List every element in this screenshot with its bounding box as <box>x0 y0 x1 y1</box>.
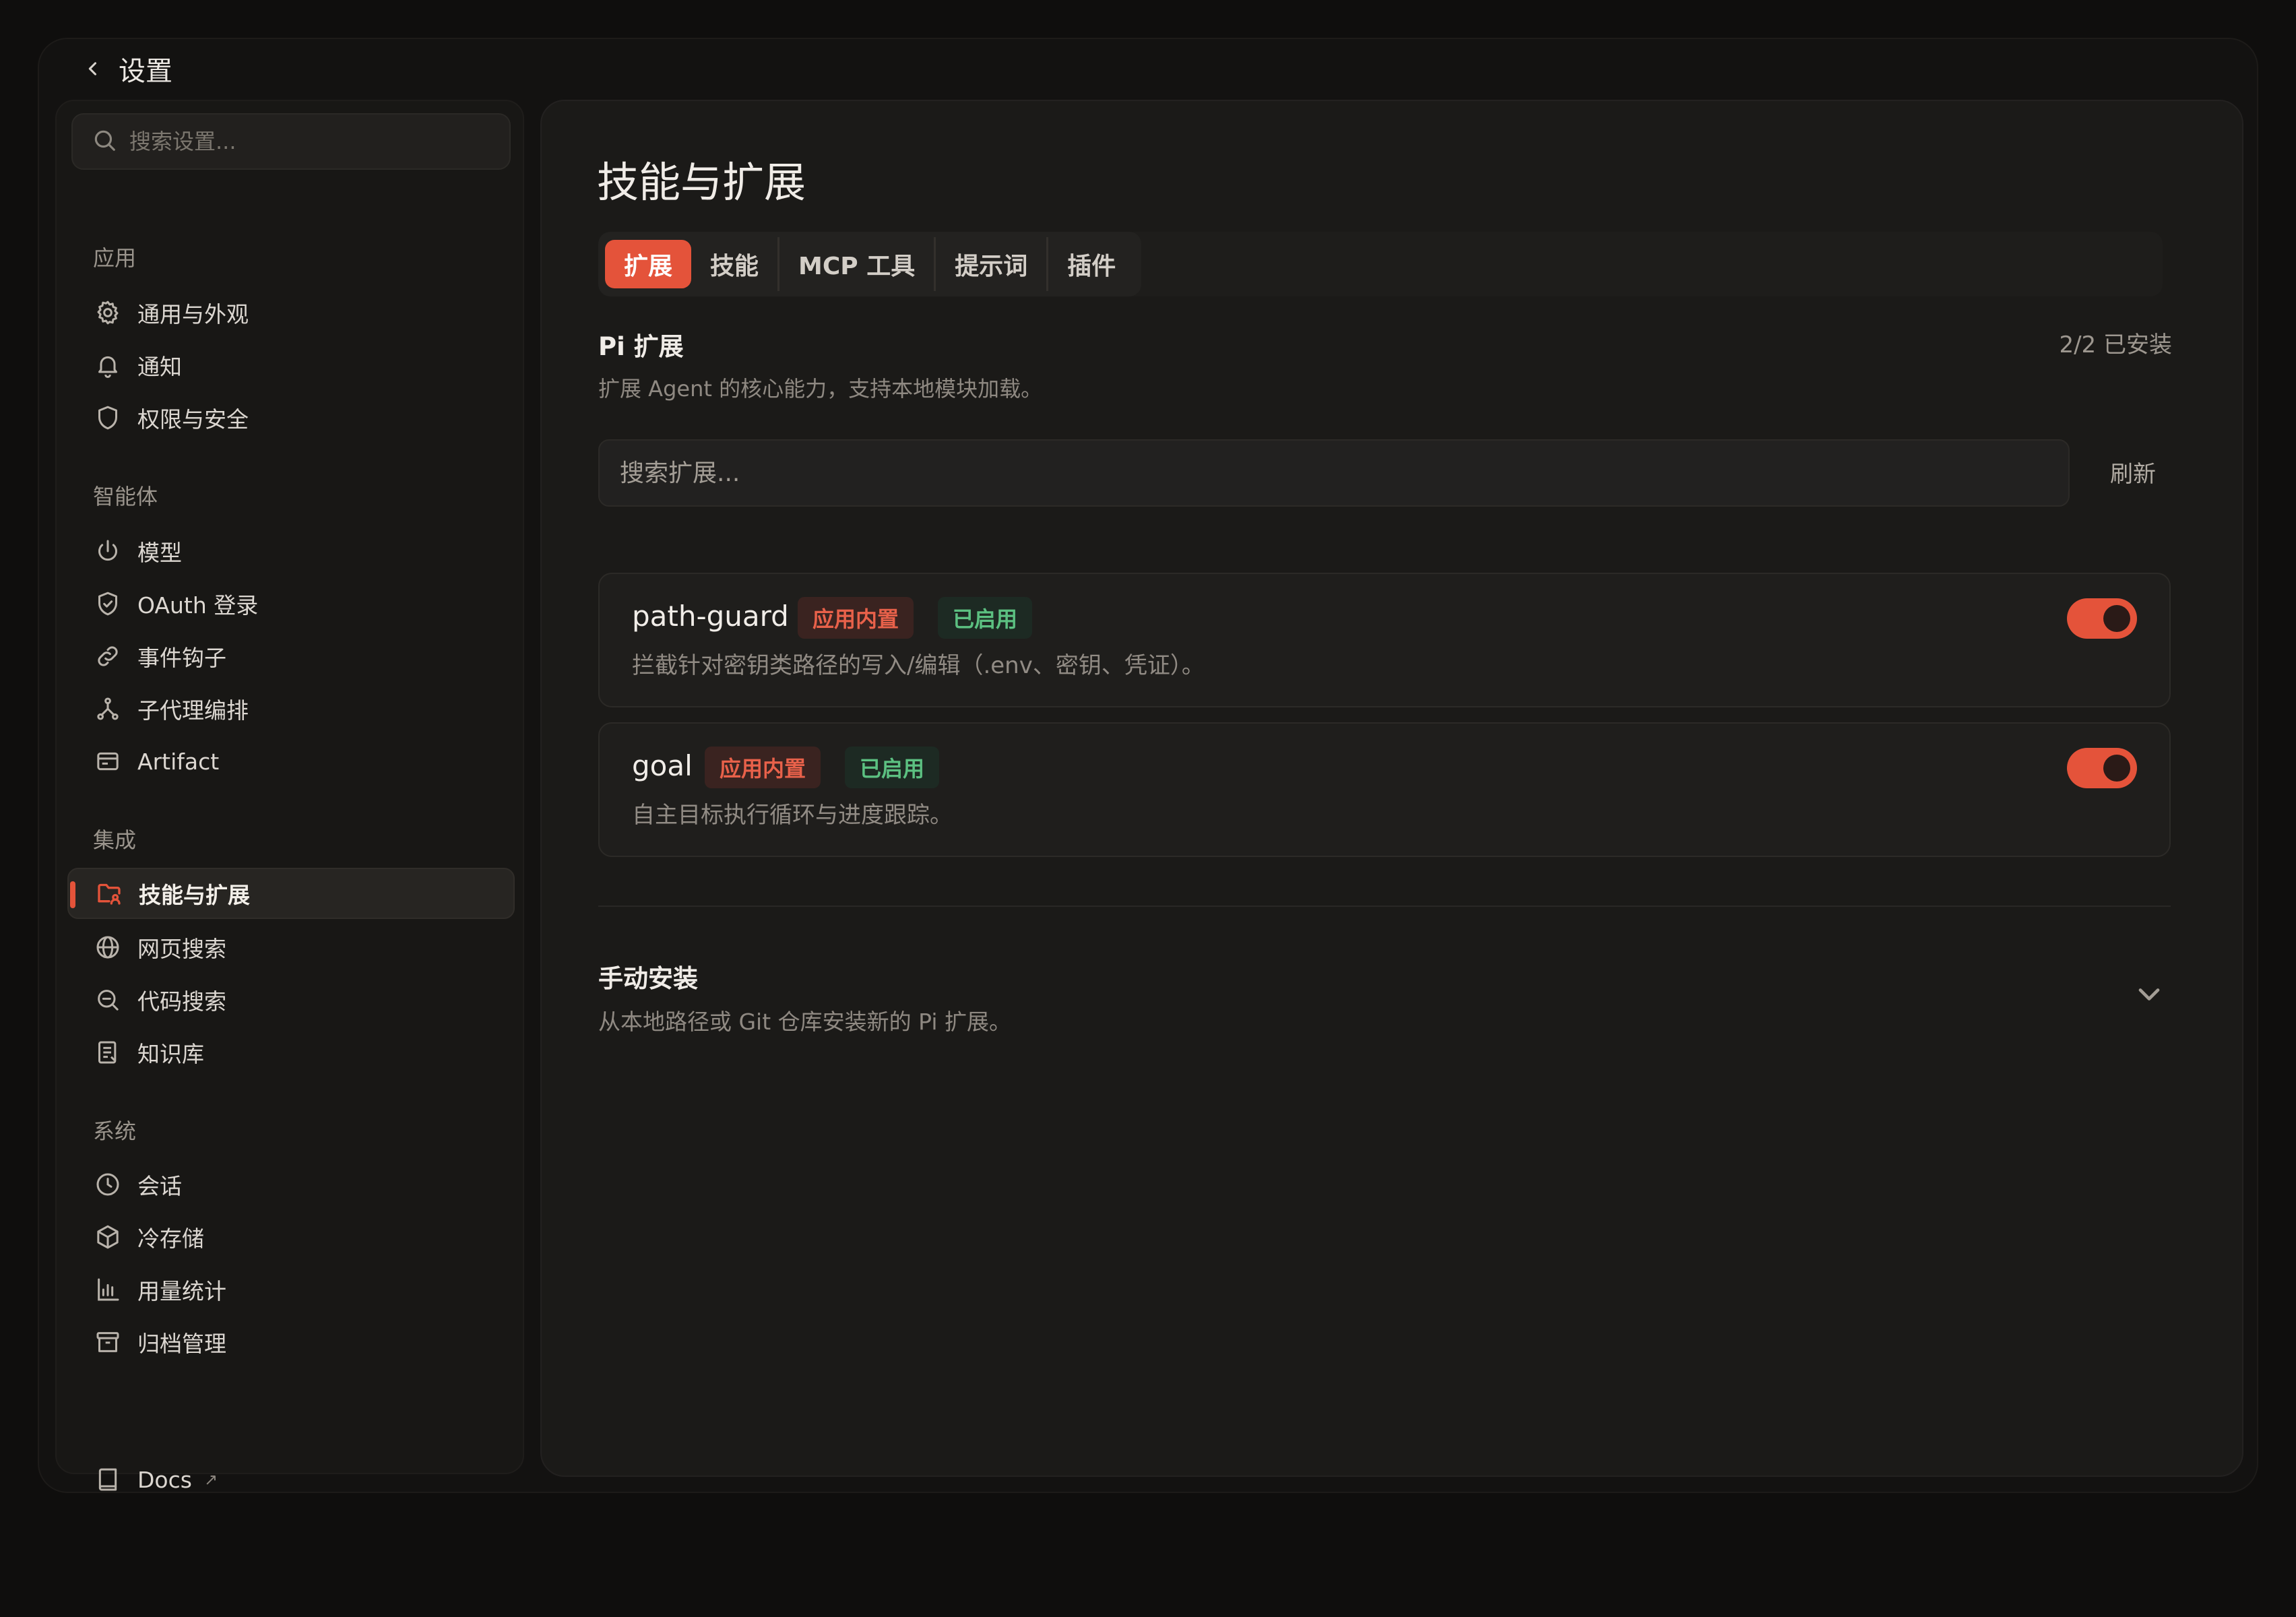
sidebar-item-label: 事件钩子 <box>137 645 226 671</box>
tab-mcp-tools[interactable]: MCP 工具 <box>779 240 934 288</box>
link-icon <box>93 641 123 671</box>
sidebar-item-label: 通知 <box>137 354 182 380</box>
refresh-button[interactable]: 刷新 <box>2110 455 2156 488</box>
sidebar-item-sessions[interactable]: 会话 <box>67 1159 515 1210</box>
sidebar: 应用 通用与外观 通知 权限与安全 智能体 模型 <box>55 100 524 1492</box>
search-input[interactable] <box>129 129 507 154</box>
section-title-agent: 智能体 <box>93 484 158 509</box>
bell-icon <box>93 350 123 380</box>
sidebar-item-notifications[interactable]: 通知 <box>67 340 515 391</box>
sidebar-item-usage-stats[interactable]: 用量统计 <box>67 1264 515 1315</box>
manual-install-description: 从本地路径或 Git 仓库安装新的 Pi 扩展。 <box>598 1009 1011 1035</box>
tab-bar: 扩展 技能 MCP 工具 提示词 插件 <box>598 232 1142 296</box>
section-title-system: 系统 <box>93 1118 137 1144</box>
power-icon <box>93 536 123 566</box>
settings-window: 设置 应用 通用与外观 通知 权限与安全 <box>38 38 2258 1493</box>
extension-description: 自主目标执行循环与进度跟踪。 <box>632 802 953 829</box>
enabled-badge: 已启用 <box>938 597 1033 639</box>
sidebar-item-archive[interactable]: 归档管理 <box>67 1317 515 1368</box>
shield-check-icon <box>93 589 123 619</box>
extension-toggle[interactable] <box>2067 748 2137 788</box>
section-title-integrations: 集成 <box>93 827 137 853</box>
extension-search[interactable] <box>598 439 2070 507</box>
document-icon <box>93 1038 123 1067</box>
sidebar-item-cold-storage[interactable]: 冷存储 <box>67 1211 515 1263</box>
sidebar-item-label: 归档管理 <box>137 1331 226 1357</box>
sidebar-item-label: 权限与安全 <box>137 406 249 433</box>
builtin-badge: 应用内置 <box>798 597 914 639</box>
toggle-knob <box>2103 605 2130 632</box>
manual-install-title[interactable]: 手动安装 <box>598 958 698 994</box>
settings-search[interactable] <box>71 113 511 170</box>
sidebar-item-skills-extensions[interactable]: 技能与扩展 <box>67 868 515 919</box>
extension-description: 拦截针对密钥类路径的写入/编辑（.env、密钥、凭证）。 <box>632 652 1205 679</box>
gear-icon <box>93 298 123 327</box>
globe-icon <box>93 932 123 962</box>
sidebar-item-knowledge-base[interactable]: 知识库 <box>67 1027 515 1078</box>
card-icon <box>93 747 123 776</box>
sidebar-item-models[interactable]: 模型 <box>67 526 515 577</box>
sidebar-item-label: 模型 <box>137 540 182 566</box>
section-divider <box>598 906 2171 907</box>
tab-extensions[interactable]: 扩展 <box>605 240 692 288</box>
zoom-out-icon <box>93 985 123 1015</box>
extension-search-input[interactable] <box>620 459 2035 487</box>
installed-count: 2/2 已安装 <box>2059 331 2172 358</box>
main-panel: 技能与扩展 扩展 技能 MCP 工具 提示词 插件 Pi 扩展 2/2 已安装 … <box>540 100 2243 1477</box>
archive-icon <box>93 1327 123 1357</box>
book-icon <box>93 1465 123 1492</box>
window-title: 设置 <box>119 56 172 87</box>
search-icon <box>92 127 117 156</box>
external-link-icon: ↗ <box>203 1470 218 1489</box>
extension-toggle[interactable] <box>2067 598 2137 639</box>
builtin-badge: 应用内置 <box>705 747 821 788</box>
sidebar-item-docs[interactable]: Docs ↗ <box>67 1454 515 1493</box>
sidebar-item-label: OAuth 登录 <box>137 592 259 619</box>
sidebar-item-label: 冷存储 <box>137 1226 204 1252</box>
sidebar-item-label: 子代理编排 <box>137 697 249 724</box>
extension-name: goal <box>632 749 693 782</box>
chevron-down-icon[interactable] <box>2132 977 2167 1012</box>
enabled-badge: 已启用 <box>845 747 940 788</box>
tab-plugins[interactable]: 插件 <box>1048 240 1135 288</box>
shield-icon <box>93 403 123 433</box>
sidebar-item-security[interactable]: 权限与安全 <box>67 392 515 443</box>
sidebar-item-label: 用量统计 <box>137 1278 226 1304</box>
clock-icon <box>93 1170 123 1199</box>
bar-chart-icon <box>93 1275 123 1304</box>
sidebar-item-label: Docs <box>137 1466 192 1493</box>
sidebar-item-code-search[interactable]: 代码搜索 <box>67 974 515 1025</box>
extension-card-path-guard: path-guard 应用内置 已启用 拦截针对密钥类路径的写入/编辑（.env… <box>598 573 2171 707</box>
tab-skills[interactable]: 技能 <box>691 240 777 288</box>
sidebar-item-hooks[interactable]: 事件钩子 <box>67 631 515 682</box>
section-title-pi-extensions: Pi 扩展 <box>598 332 684 361</box>
sidebar-item-oauth[interactable]: OAuth 登录 <box>67 578 515 629</box>
sidebar-item-label: Artifact <box>137 748 220 775</box>
extension-card-goal: goal 应用内置 已启用 自主目标执行循环与进度跟踪。 <box>598 722 2171 857</box>
section-description: 扩展 Agent 的核心能力，支持本地模块加载。 <box>598 376 1043 402</box>
sidebar-item-subagents[interactable]: 子代理编排 <box>67 683 515 734</box>
tab-prompts[interactable]: 提示词 <box>936 240 1046 288</box>
folder-user-icon <box>94 879 124 908</box>
sidebar-item-label: 网页搜索 <box>137 936 226 962</box>
sidebar-item-label: 技能与扩展 <box>139 882 250 908</box>
toggle-knob <box>2103 755 2130 782</box>
sidebar-item-label: 代码搜索 <box>137 988 226 1015</box>
section-title-app: 应用 <box>93 245 137 271</box>
sidebar-item-web-search[interactable]: 网页搜索 <box>67 922 515 973</box>
sidebar-item-label: 会话 <box>137 1173 182 1199</box>
sidebar-item-label: 通用与外观 <box>137 301 249 327</box>
cube-icon <box>93 1222 123 1252</box>
titlebar: 设置 <box>39 39 2257 98</box>
sidebar-item-general[interactable]: 通用与外观 <box>67 287 515 338</box>
chevron-left-icon[interactable] <box>79 55 106 82</box>
sidebar-item-artifact[interactable]: Artifact <box>67 736 515 787</box>
extension-name: path-guard <box>632 600 789 633</box>
sidebar-item-label: 知识库 <box>137 1041 204 1067</box>
page-title: 技能与扩展 <box>597 158 806 207</box>
branch-icon <box>93 694 123 724</box>
